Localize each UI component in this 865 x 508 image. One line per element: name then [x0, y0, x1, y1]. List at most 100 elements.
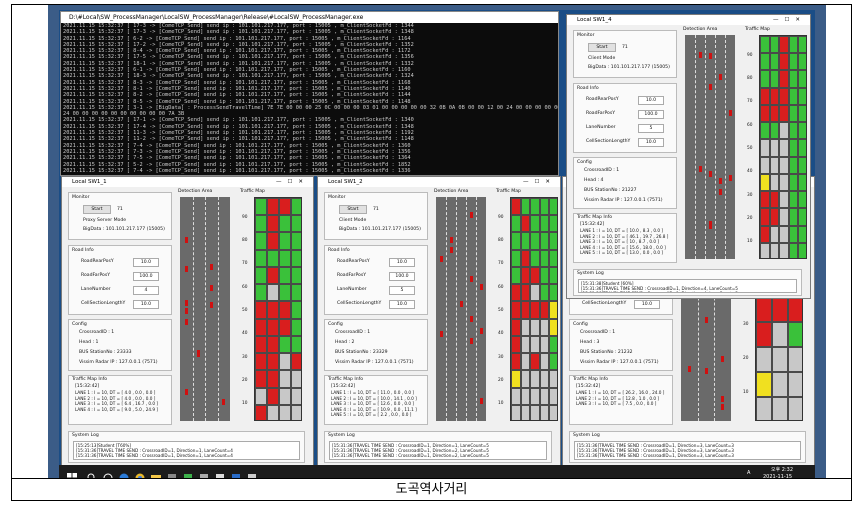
- log-textarea[interactable]: [15:31:38]Student [60%] [15:31:36]TRAVEL …: [578, 279, 797, 293]
- traffic-map-info-group: Traffic Map Info [15:32:42] LANE 1 : I = 1…: [324, 375, 428, 425]
- value-field[interactable]: 10.0: [389, 300, 415, 309]
- value-field[interactable]: 100.0: [389, 272, 415, 281]
- map-axis-label: 40: [747, 169, 753, 175]
- traffic-map-grid[interactable]: [759, 35, 807, 259]
- value-field[interactable]: 4: [133, 286, 159, 295]
- system-log-group: System Log [15:31:36]TRAVEL TIME SEND : C…: [324, 431, 552, 463]
- window-titlebar[interactable]: Local SW1_4 —☐✕: [567, 15, 810, 25]
- field-label: RoadFarPosY: [81, 273, 111, 278]
- app-icon[interactable]: [231, 468, 241, 478]
- detection-area-view[interactable]: [436, 197, 486, 421]
- lane-info-line: LANE 5 : I = 10, DT = [ 13.0 , 0.0 , 0.0…: [580, 250, 664, 255]
- minimize-button[interactable]: —: [773, 17, 785, 23]
- value-field[interactable]: 10.0: [133, 300, 159, 309]
- app-window[interactable]: Local SW1_1 —☐✕ Monitor Start 71 Proxy Server…: [61, 176, 314, 466]
- maximize-button[interactable]: ☐: [784, 17, 795, 23]
- lane-info-line: LANE 2 : I = 10, DT = [ 46.1 , 19.7 , 26…: [580, 233, 669, 239]
- value-field[interactable]: 5: [638, 124, 664, 133]
- traffic-cell: [511, 301, 521, 319]
- traffic-cell: [530, 198, 540, 216]
- traffic-cell: [255, 353, 267, 371]
- app-icon[interactable]: [215, 468, 225, 478]
- close-button[interactable]: ✕: [795, 17, 806, 23]
- value-field[interactable]: 5: [389, 286, 415, 295]
- traffic-cell: [769, 242, 780, 258]
- desktop: D:\#Local\SW_ProcessManager\LocalSW_Proc…: [59, 10, 815, 478]
- crossroad-label: CrossroadID : 1: [584, 168, 620, 173]
- figure-caption: 도곡역사거리: [11, 479, 852, 501]
- window-titlebar[interactable]: Local SW1_1 —☐✕: [62, 177, 313, 187]
- value-field[interactable]: 10.0: [638, 96, 664, 105]
- vehicle-marker: [469, 211, 473, 218]
- traffic-cell: [291, 387, 301, 405]
- close-button[interactable]: ✕: [545, 179, 556, 185]
- traffic-cell: [255, 318, 267, 336]
- close-button[interactable]: ✕: [298, 179, 309, 185]
- edge-browser-icon[interactable]: [119, 468, 129, 478]
- traffic-cell: [539, 249, 550, 267]
- traffic-cell: [511, 353, 521, 371]
- group-label: System Log: [577, 271, 604, 276]
- traffic-cell: [772, 397, 788, 420]
- log-textarea[interactable]: [15:25:13]Student [T60%] [15:31:36]TRAVEL…: [73, 441, 300, 460]
- mode-label: Client Mode: [339, 218, 367, 223]
- app-icon[interactable]: [247, 468, 257, 478]
- start-button[interactable]: Start: [339, 205, 367, 214]
- minimize-button[interactable]: —: [523, 179, 535, 185]
- traffic-cell: [530, 232, 540, 250]
- traffic-map-grid[interactable]: [510, 197, 558, 421]
- system-log-group: System Log [15:25:13]Student [T60%] [15:31…: [68, 431, 305, 463]
- file-explorer-icon[interactable]: [151, 468, 161, 478]
- app-window[interactable]: Local SW1_2 —☐✕ Monitor Start 71 Client Mode B…: [317, 176, 561, 466]
- traffic-cell: [291, 404, 301, 420]
- traffic-cell: [539, 335, 550, 354]
- traffic-map-grid[interactable]: [254, 197, 302, 421]
- value-field[interactable]: 100.0: [133, 272, 159, 281]
- start-button[interactable]: Start: [588, 43, 616, 52]
- traffic-cell: [769, 208, 780, 226]
- vehicle-marker: [449, 237, 453, 244]
- value-field[interactable]: 10.0: [634, 300, 660, 309]
- traffic-cell: [549, 232, 557, 250]
- traffic-cell: [798, 225, 806, 243]
- app-icon[interactable]: [183, 468, 193, 478]
- traffic-cell: [549, 301, 557, 319]
- traffic-cell: [255, 284, 267, 302]
- input-language[interactable]: A: [747, 470, 750, 476]
- map-axis-label: 70: [242, 261, 248, 267]
- windows-start-icon[interactable]: [67, 468, 77, 478]
- value-field[interactable]: 10.0: [389, 258, 415, 267]
- value-field[interactable]: 10.0: [638, 138, 664, 147]
- traffic-map-label: Traffic Map: [496, 189, 521, 194]
- map-axis-label: 70: [747, 99, 753, 105]
- start-button[interactable]: Start: [83, 205, 111, 214]
- vehicle-marker: [728, 175, 732, 182]
- app-window[interactable]: Local SW1_4 —☐✕ Monitor Start 71 Client Mode B…: [566, 14, 811, 299]
- app-icon[interactable]: [199, 468, 209, 478]
- log-textarea[interactable]: [15:31:36]TRAVEL TIME SEND : CrossroadID…: [329, 441, 547, 460]
- console-output: 2021.11.15 15:32:37 [ 17-3 -> [ComeTCP_S…: [61, 23, 558, 174]
- detection-area-view[interactable]: [180, 197, 230, 421]
- value-field[interactable]: 10.0: [133, 258, 159, 267]
- traffic-cell: [549, 370, 557, 388]
- map-axis-label: 20: [498, 378, 504, 383]
- start-suffix: 71: [622, 45, 628, 50]
- maximize-button[interactable]: ☐: [287, 179, 298, 185]
- traffic-cell: [511, 387, 521, 405]
- vehicle-marker: [209, 263, 213, 270]
- vehicle-marker: [439, 330, 443, 337]
- minimize-button[interactable]: —: [276, 179, 288, 185]
- console-window[interactable]: D:\#Local\SW_ProcessManager\LocalSW_Proc…: [60, 11, 559, 176]
- app-icon[interactable]: [167, 468, 177, 478]
- maximize-button[interactable]: ☐: [534, 179, 545, 185]
- vissim-ip-label: Vissim Radar IP : 127.0.0.1 (7571): [335, 360, 414, 365]
- log-textarea[interactable]: [15:31:36]TRAVEL TIME SEND : CrossroadID…: [574, 441, 801, 460]
- task-view-icon[interactable]: [103, 468, 113, 478]
- traffic-cell: [788, 156, 799, 174]
- chrome-icon[interactable]: [135, 468, 145, 478]
- search-icon[interactable]: [87, 468, 97, 478]
- detection-area-view[interactable]: [685, 35, 735, 259]
- value-field[interactable]: 100.0: [638, 110, 664, 119]
- window-titlebar[interactable]: Local SW1_2 —☐✕: [318, 177, 560, 187]
- clock-time[interactable]: 오후 2:32: [771, 466, 793, 473]
